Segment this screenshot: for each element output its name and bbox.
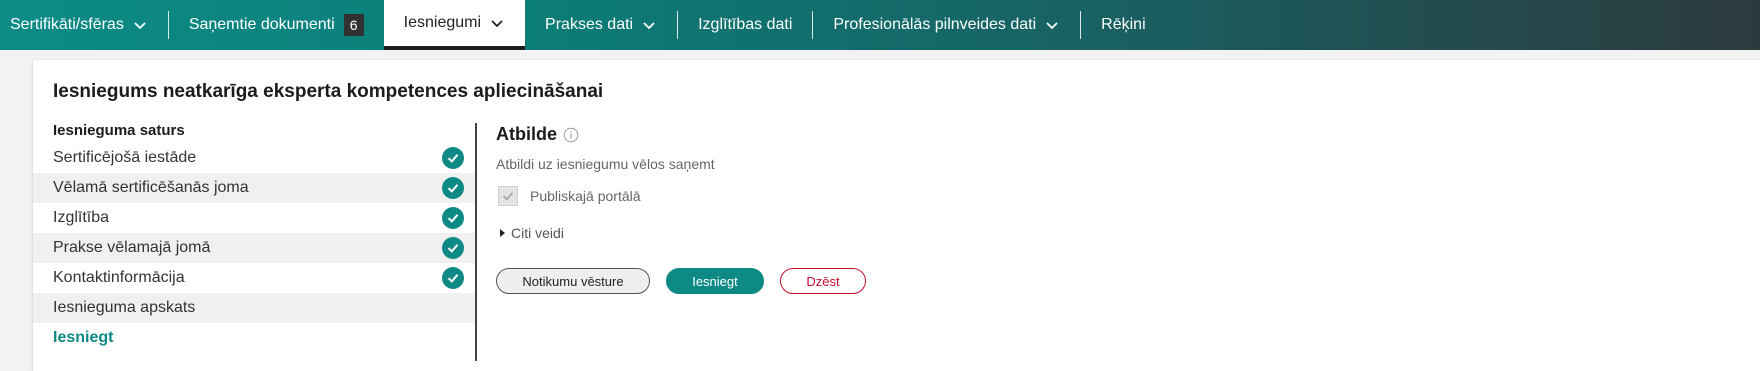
- step-iesniegt[interactable]: Iesniegt: [33, 323, 475, 353]
- check-icon: [442, 177, 464, 199]
- nav-label: Rēķini: [1101, 16, 1146, 33]
- other-methods-label: Citi veidi: [511, 225, 564, 241]
- nav-label: Iesniegumi: [403, 14, 482, 31]
- action-buttons: Notikumu vēsture Iesniegt Dzēst: [496, 268, 866, 294]
- nav-label: Profesionālās pilnveides dati: [833, 16, 1037, 33]
- nav-izglitibas-dati[interactable]: Izglītības dati: [678, 0, 812, 50]
- caret-right-icon: [500, 229, 505, 237]
- nav-rekini[interactable]: Rēķini: [1081, 0, 1165, 50]
- nav-label: Saņemtie dokumenti: [188, 16, 335, 33]
- chevron-down-icon: [132, 17, 148, 33]
- step-sertificejosa-iestade[interactable]: Sertificējošā iestāde: [33, 143, 475, 173]
- answer-subtitle: Atbildi uz iesniegumu vēlos saņemt: [496, 156, 715, 172]
- checkbox-label: Publiskajā portālā: [530, 188, 641, 204]
- step-kontaktinformacija[interactable]: Kontaktinformācija: [33, 263, 475, 293]
- step-prakse-velamaja-joma[interactable]: Prakse vēlamajā jomā: [33, 233, 475, 263]
- check-icon: [442, 267, 464, 289]
- nav-label: Izglītības dati: [698, 16, 793, 33]
- nav-iesniegumi[interactable]: Iesniegumi: [383, 0, 526, 50]
- application-card: Iesniegums neatkarīga eksperta kompetenc…: [32, 60, 1760, 371]
- step-label: Vēlamā sertificēšanās joma: [53, 179, 249, 196]
- check-icon: [442, 207, 464, 229]
- nav-prakses-dati[interactable]: Prakses dati: [525, 0, 677, 50]
- top-navigation: Sertifikāti/sfēras Saņemtie dokumenti 6 …: [0, 0, 1760, 50]
- step-label: Iesniegt: [53, 329, 114, 346]
- public-portal-checkbox[interactable]: [498, 186, 518, 206]
- step-iesnieguma-apskats[interactable]: Iesnieguma apskats: [33, 293, 475, 323]
- info-icon[interactable]: [563, 127, 579, 143]
- check-icon: [442, 237, 464, 259]
- chevron-down-icon: [1044, 17, 1060, 33]
- steps-panel: Iesnieguma saturs Sertificējošā iestāde …: [33, 119, 475, 353]
- chevron-down-icon: [641, 17, 657, 33]
- answer-title-row: Atbilde: [496, 124, 1296, 145]
- count-badge: 6: [343, 14, 364, 36]
- chevron-down-icon: [489, 15, 505, 31]
- nav-sertifikati-sferas[interactable]: Sertifikāti/sfēras: [0, 0, 168, 50]
- submit-button[interactable]: Iesniegt: [666, 268, 764, 294]
- event-history-button[interactable]: Notikumu vēsture: [496, 268, 650, 294]
- answer-section: Atbilde Atbildi uz iesniegumu vēlos saņe…: [496, 124, 1296, 241]
- step-velama-sertificesanas-joma[interactable]: Vēlamā sertificēšanās joma: [33, 173, 475, 203]
- step-label: Iesnieguma apskats: [53, 299, 196, 316]
- step-izglitiba[interactable]: Izglītība: [33, 203, 475, 233]
- step-label: Sertificējošā iestāde: [53, 149, 197, 166]
- step-label: Kontaktinformācija: [53, 269, 185, 286]
- steps-header: Iesnieguma saturs: [53, 122, 185, 139]
- delete-button[interactable]: Dzēst: [780, 268, 866, 294]
- nav-sanemtie-dokumenti[interactable]: Saņemtie dokumenti 6: [169, 0, 384, 50]
- other-methods-toggle[interactable]: Citi veidi: [496, 225, 1296, 241]
- nav-profesionalas-pilnveides-dati[interactable]: Profesionālās pilnveides dati: [813, 0, 1080, 50]
- public-portal-option: Publiskajā portālā: [496, 186, 1296, 206]
- step-label: Izglītība: [53, 209, 110, 226]
- answer-title: Atbilde: [496, 124, 557, 144]
- step-label: Prakse vēlamajā jomā: [53, 239, 211, 256]
- vertical-divider: [475, 123, 477, 361]
- page-title: Iesniegums neatkarīga eksperta kompetenc…: [53, 81, 604, 102]
- nav-label: Sertifikāti/sfēras: [10, 16, 124, 33]
- check-icon: [442, 147, 464, 169]
- nav-label: Prakses dati: [545, 16, 634, 33]
